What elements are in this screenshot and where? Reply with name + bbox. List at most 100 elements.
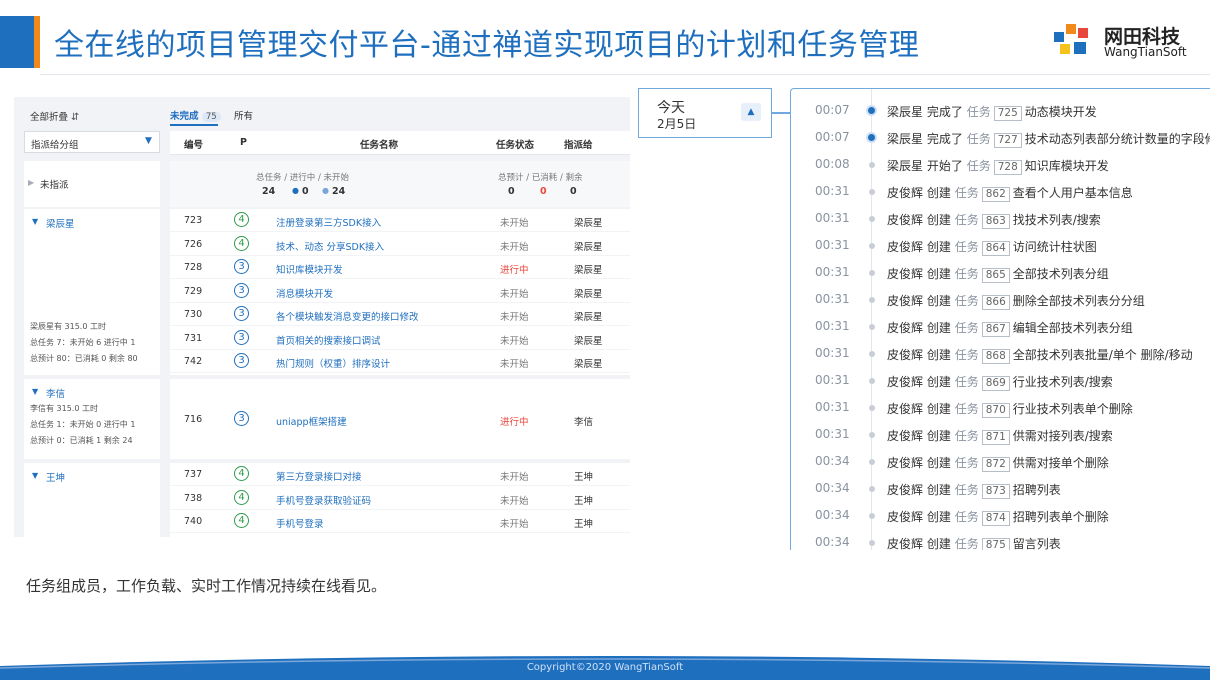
timeline-task-title[interactable]: 全部技术列表分组 <box>1013 267 1109 281</box>
tab-active-underline <box>170 124 218 126</box>
priority-badge: 4 <box>234 489 249 505</box>
task-status: 进行中 <box>500 265 529 276</box>
timeline-task-id[interactable]: 864 <box>981 241 1010 256</box>
timeline-task-title[interactable]: 行业技术列表单个删除 <box>1013 402 1133 416</box>
summary-hours-label: 总预计 / 已消耗 / 剩余 <box>498 173 583 183</box>
timeline-task-title[interactable]: 知识库模块开发 <box>1025 159 1109 173</box>
timeline-task-title[interactable]: 访问统计柱状图 <box>1013 240 1097 254</box>
timeline-task-title[interactable]: 招聘列表 <box>1013 483 1061 497</box>
group-by-select[interactable]: 指派给分组 ▼ <box>24 131 160 153</box>
table-row[interactable]: 737 4 第三方登录接口对接 未开始 王坤 <box>170 463 630 486</box>
timeline-task-id[interactable]: 869 <box>981 376 1010 391</box>
task-name-link[interactable]: 知识库模块开发 <box>276 262 343 276</box>
timeline-task-id[interactable]: 863 <box>981 214 1010 229</box>
column-header-name[interactable]: 任务名称 <box>360 137 398 151</box>
task-status: 未开始 <box>500 472 529 483</box>
task-name-link[interactable]: 第三方登录接口对接 <box>276 469 362 483</box>
group-card[interactable]: ▼ 李信 李信有 315.0 工时 总任务 1：未开始 0 进行中 1 总预计 0：已消… <box>24 379 160 459</box>
timeline-task-title[interactable]: 查看个人用户基本信息 <box>1013 186 1133 200</box>
table-row[interactable]: 726 4 技术、动态 分享SDK接入 未开始 梁辰星 <box>170 233 630 256</box>
task-status: 进行中 <box>500 416 529 428</box>
timeline-task-id[interactable]: 865 <box>981 268 1010 283</box>
timeline-task-word: 任务 <box>954 186 979 200</box>
timeline-task-title[interactable]: 找技术列表/搜索 <box>1013 213 1101 227</box>
task-name-link[interactable]: 各个模块触发消息变更的接口修改 <box>276 309 419 323</box>
timeline-task-id[interactable]: 871 <box>981 430 1010 445</box>
timeline-action: 创建 <box>926 294 951 308</box>
group-stat: 总预计 0：已消耗 1 剩余 24 <box>30 436 133 445</box>
column-header-assignee[interactable]: 指派给 <box>564 137 593 151</box>
column-header-status[interactable]: 任务状态 <box>496 137 534 151</box>
column-header-id[interactable]: 编号 <box>184 137 203 151</box>
tab-undone[interactable]: 未完成 75 <box>170 108 221 122</box>
task-name-link[interactable]: 手机号登录获取验证码 <box>276 493 371 507</box>
summary-tasks-label: 总任务 / 进行中 / 未开始 <box>256 173 350 183</box>
timeline-task-id[interactable]: 873 <box>981 484 1010 499</box>
timeline-task-id[interactable]: 874 <box>981 511 1010 526</box>
timeline-action: 开始了 <box>926 159 963 173</box>
timeline-task-title[interactable]: 招聘列表单个删除 <box>1013 510 1109 524</box>
table-row[interactable]: 723 4 注册登录第三方SDK接入 未开始 梁辰星 <box>170 209 630 232</box>
collapse-all-button[interactable]: 全部折叠 ⇵ <box>30 109 79 123</box>
timeline-task-title[interactable]: 行业技术列表/搜索 <box>1013 375 1113 389</box>
timeline-task-id[interactable]: 872 <box>981 457 1010 472</box>
table-row[interactable]: 740 4 手机号登录 未开始 王坤 <box>170 510 630 533</box>
priority-badge: 3 <box>234 282 249 298</box>
timeline-task-id[interactable]: 727 <box>993 133 1022 148</box>
timeline-task-title[interactable]: 动态模块开发 <box>1025 105 1097 119</box>
timeline-task-id[interactable]: 725 <box>993 106 1022 121</box>
timeline-action: 创建 <box>926 510 951 524</box>
group-card[interactable]: ▼ 梁辰星 梁辰星有 315.0 工时 总任务 7：未开始 6 进行中 1 总预计 80… <box>24 209 160 375</box>
timeline-task-id[interactable]: 866 <box>981 295 1010 310</box>
timeline-task-id[interactable]: 867 <box>981 322 1010 337</box>
timeline-task-title[interactable]: 供需对接单个删除 <box>1013 456 1109 470</box>
activity-timeline: 00:07 梁辰星 完成了 任务 725 动态模块开发 00:07 梁辰星 完成了 任务 7… <box>790 88 1210 550</box>
table-row[interactable]: 729 3 消息模块开发 未开始 梁辰星 <box>170 280 630 303</box>
table-row[interactable]: 731 3 首页相关的搜索接口调试 未开始 梁辰星 <box>170 327 630 350</box>
timeline-task-title[interactable]: 技术动态列表部分统计数量的字段修改 <box>1025 132 1210 146</box>
timeline-task-title[interactable]: 编辑全部技术列表分组 <box>1013 321 1133 335</box>
timeline-task-title[interactable]: 全部技术列表批量/单个 删除/移动 <box>1013 348 1193 362</box>
timeline-task-title[interactable]: 留言列表 <box>1013 537 1061 550</box>
table-row[interactable]: 738 4 手机号登录获取验证码 未开始 王坤 <box>170 487 630 510</box>
table-row[interactable]: 728 3 知识库模块开发 进行中 梁辰星 <box>170 256 630 279</box>
task-name-link[interactable]: 消息模块开发 <box>276 286 333 300</box>
task-name-link[interactable]: 技术、动态 分享SDK接入 <box>276 239 384 253</box>
timeline-text: 皮俊辉 创建 任务 870 行业技术列表单个删除 <box>887 400 1133 418</box>
column-header-priority[interactable]: P <box>240 137 247 148</box>
task-name-link[interactable]: uniapp框架搭建 <box>276 414 347 428</box>
tab-all[interactable]: 所有 <box>234 108 253 122</box>
timeline-time: 00:31 <box>815 292 850 306</box>
timeline-task-id[interactable]: 862 <box>981 187 1010 202</box>
tab-undone-count: 75 <box>201 112 221 122</box>
timeline-action: 创建 <box>926 537 951 550</box>
group-stat: 总任务 7：未开始 6 进行中 1 <box>30 338 136 347</box>
timeline-item: 00:07 梁辰星 完成了 任务 725 动态模块开发 <box>791 97 1210 124</box>
timeline-task-title[interactable]: 删除全部技术列表分分组 <box>1013 294 1145 308</box>
task-status: 未开始 <box>500 218 529 229</box>
timeline-time: 00:34 <box>815 535 850 549</box>
timeline-task-id[interactable]: 870 <box>981 403 1010 418</box>
task-name-link[interactable]: 注册登录第三方SDK接入 <box>276 215 381 229</box>
timeline-dot-icon <box>869 405 875 411</box>
timeline-action: 创建 <box>926 213 951 227</box>
group-card[interactable]: ▼ 王坤 <box>24 463 160 537</box>
timeline-task-word: 任务 <box>966 105 991 119</box>
timeline-item: 00:31 皮俊辉 创建 任务 866 删除全部技术列表分分组 <box>791 286 1210 313</box>
timeline-task-id[interactable]: 875 <box>981 538 1010 550</box>
task-name-link[interactable]: 热门规则（权重）排序设计 <box>276 356 390 370</box>
timeline-item: 00:34 皮俊辉 创建 任务 874 招聘列表单个删除 <box>791 502 1210 529</box>
timeline-task-title[interactable]: 供需对接列表/搜索 <box>1013 429 1113 443</box>
chevron-up-icon[interactable]: ▲ <box>741 103 761 121</box>
table-row[interactable]: 716 3 uniapp框架搭建 进行中 李信 <box>170 408 630 431</box>
timeline-task-id[interactable]: 728 <box>993 160 1022 175</box>
group-unassigned[interactable]: ▶ 未指派 <box>24 161 160 207</box>
task-name-link[interactable]: 首页相关的搜索接口调试 <box>276 333 381 347</box>
timeline-time: 00:31 <box>815 400 850 414</box>
timeline-item: 00:31 皮俊辉 创建 任务 864 访问统计柱状图 <box>791 232 1210 259</box>
table-row[interactable]: 730 3 各个模块触发消息变更的接口修改 未开始 梁辰星 <box>170 303 630 326</box>
timeline-task-id[interactable]: 868 <box>981 349 1010 364</box>
timeline-action: 创建 <box>926 429 951 443</box>
task-name-link[interactable]: 手机号登录 <box>276 516 324 530</box>
table-row[interactable]: 742 3 热门规则（权重）排序设计 未开始 梁辰星 <box>170 350 630 373</box>
